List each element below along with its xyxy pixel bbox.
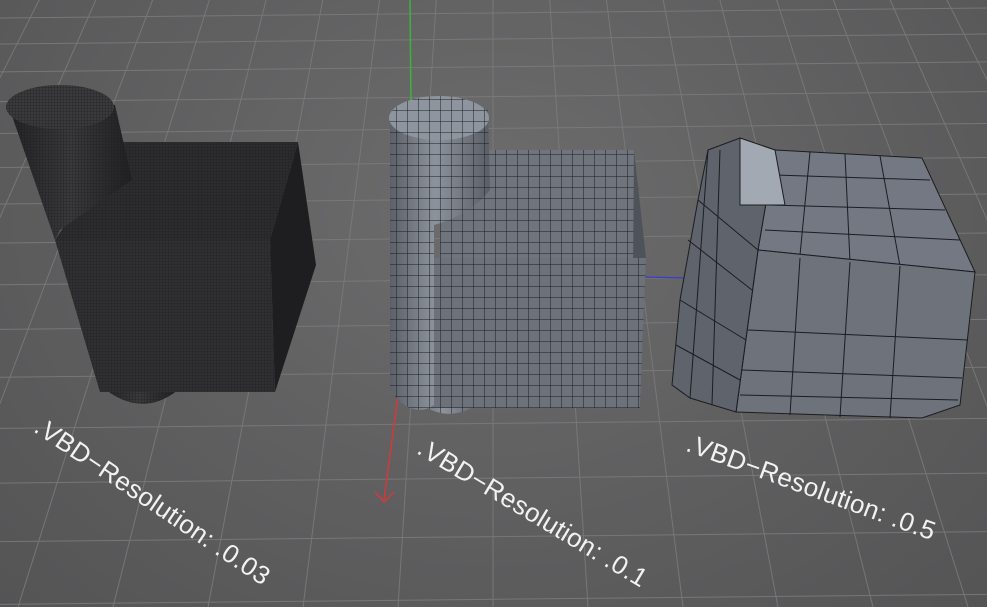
- 3d-viewport[interactable]: .VBD−Resolution: .0.03 .VBD−Resolution: …: [0, 0, 987, 607]
- mesh-object-res-01[interactable]: [389, 96, 646, 414]
- mesh-object-res-003[interactable]: [6, 85, 316, 404]
- mesh-object-res-05[interactable]: [671, 137, 976, 419]
- y-axis: [409, 0, 412, 109]
